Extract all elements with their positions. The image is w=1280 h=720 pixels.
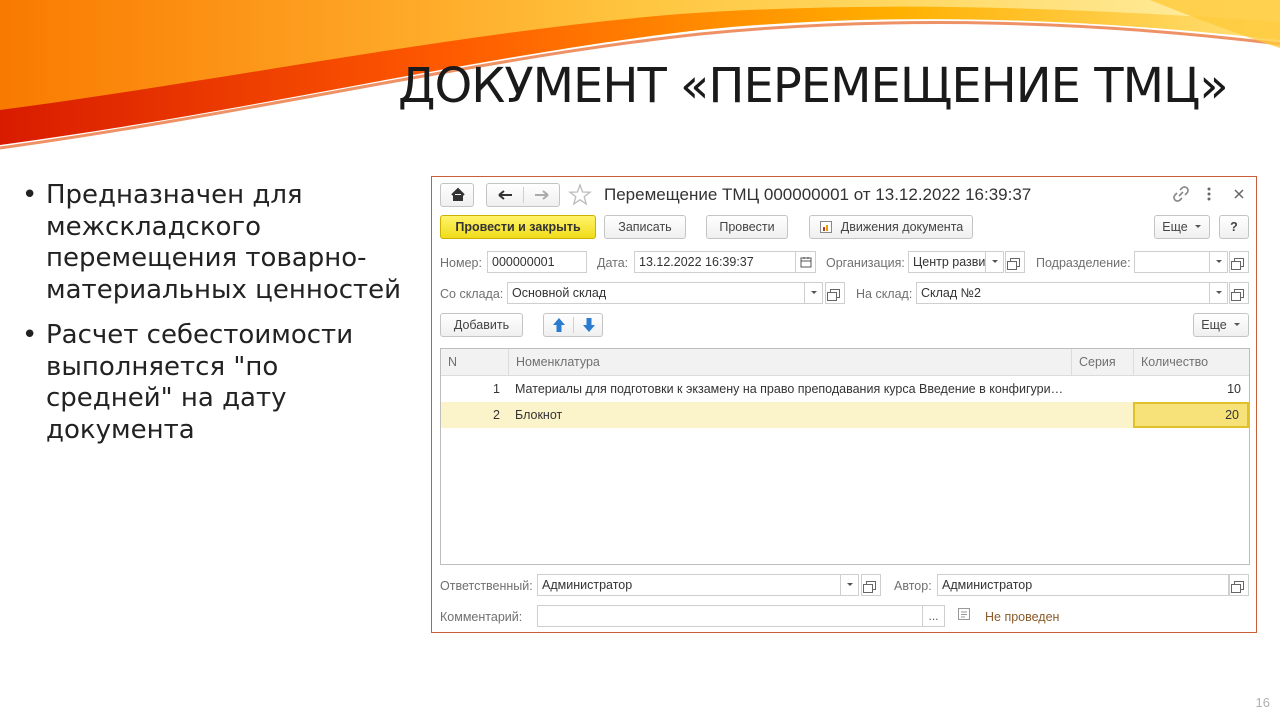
nav-buttons	[486, 183, 560, 207]
more-menu-button[interactable]: Еще	[1154, 215, 1210, 239]
bullet-item: • Расчет себестоимости выполняется "по ср…	[22, 320, 412, 446]
column-header-n[interactable]: N	[441, 349, 508, 375]
author-open-button[interactable]	[1229, 574, 1249, 596]
division-dropdown[interactable]	[1210, 251, 1228, 273]
row-series	[1078, 376, 1128, 402]
to-warehouse-dropdown[interactable]	[1210, 282, 1228, 304]
chevron-down-icon	[1215, 291, 1222, 294]
table-row[interactable]: 1 Материалы для подготовки к экзамену на…	[441, 376, 1249, 402]
open-form-icon	[1007, 257, 1020, 270]
row-number: 1	[493, 382, 500, 396]
division-label: Подразделение:	[1036, 256, 1131, 270]
bullet-text: Предназначен для межскладского перемещен…	[46, 180, 402, 305]
open-form-icon	[827, 288, 840, 301]
back-arrow-icon[interactable]	[487, 184, 524, 206]
responsible-label: Ответственный:	[440, 579, 533, 593]
column-header-quantity[interactable]: Количество	[1133, 349, 1249, 375]
close-icon[interactable]	[1232, 187, 1246, 201]
calendar-icon	[800, 257, 811, 268]
from-warehouse-label: Со склада:	[440, 287, 504, 301]
post-button[interactable]: Провести	[706, 215, 788, 239]
from-warehouse-field[interactable]: Основной склад	[507, 282, 805, 304]
page-number: 16	[1255, 695, 1270, 710]
chevron-down-icon	[846, 583, 853, 586]
help-button[interactable]: ?	[1219, 215, 1249, 239]
open-form-icon	[863, 580, 876, 593]
row-series	[1078, 402, 1128, 428]
chevron-down-icon	[810, 291, 817, 294]
responsible-field[interactable]: Администратор	[537, 574, 841, 596]
table-more-menu-button[interactable]: Еще	[1193, 313, 1249, 337]
link-icon[interactable]	[1172, 185, 1190, 203]
more-vertical-icon[interactable]	[1204, 185, 1214, 203]
chevron-down-icon	[1233, 323, 1240, 326]
row-quantity: 10	[1227, 382, 1241, 396]
date-field[interactable]: 13.12.2022 16:39:37	[634, 251, 796, 273]
slide: ДОКУМЕНТ «ПЕРЕМЕЩЕНИЕ ТМЦ» • Предназначен…	[0, 0, 1280, 720]
move-up-icon[interactable]	[544, 314, 574, 336]
more-label: Еще	[1162, 220, 1188, 234]
document-status-text: Не проведен	[985, 610, 1060, 624]
row-number: 2	[493, 408, 500, 422]
document-movements-button[interactable]: Движения документа	[809, 215, 973, 239]
responsible-open-button[interactable]	[861, 574, 881, 596]
to-warehouse-open-button[interactable]	[1229, 282, 1249, 304]
bullet-text: Расчет себестоимости выполняется "по сре…	[46, 320, 354, 445]
chevron-down-icon	[1194, 225, 1201, 228]
date-label: Дата:	[597, 256, 629, 270]
home-button[interactable]	[440, 183, 474, 207]
chevron-down-icon	[1215, 260, 1222, 263]
organization-dropdown[interactable]	[986, 251, 1004, 273]
author-field[interactable]: Администратор	[937, 574, 1229, 596]
column-header-nomenclature[interactable]: Номенклатура	[508, 349, 1071, 375]
move-down-icon[interactable]	[574, 314, 604, 336]
responsible-dropdown[interactable]	[841, 574, 859, 596]
goods-table[interactable]: N Номенклатура Серия Количество 1 Матери…	[440, 348, 1250, 565]
home-icon	[451, 187, 465, 201]
bullet-marker: •	[22, 180, 38, 210]
from-warehouse-dropdown[interactable]	[805, 282, 823, 304]
to-warehouse-field[interactable]: Склад №2	[916, 282, 1210, 304]
bullet-marker: •	[22, 320, 38, 350]
comment-field[interactable]	[537, 605, 923, 627]
chevron-down-icon	[991, 260, 998, 263]
number-field[interactable]: 000000001	[487, 251, 587, 273]
document-window: Перемещение ТМЦ 000000001 от 13.12.2022 …	[431, 176, 1257, 633]
add-row-button[interactable]: Добавить	[440, 313, 523, 337]
bullet-list: • Предназначен для межскладского перемеще…	[22, 180, 412, 460]
document-title: Перемещение ТМЦ 000000001 от 13.12.2022 …	[604, 185, 1032, 204]
to-warehouse-label: На склад:	[856, 287, 913, 301]
author-label: Автор:	[894, 579, 932, 593]
table-header: N Номенклатура Серия Количество	[441, 349, 1249, 376]
division-field[interactable]	[1134, 251, 1210, 273]
bullet-item: • Предназначен для межскладского перемеще…	[22, 180, 412, 306]
move-buttons	[543, 313, 603, 337]
row-quantity-current-cell[interactable]: 20	[1133, 402, 1249, 428]
row-item: Материалы для подготовки к экзамену на п…	[515, 382, 1065, 396]
forward-arrow-icon[interactable]	[524, 184, 560, 206]
comment-expand-button[interactable]: ...	[923, 605, 945, 627]
star-icon[interactable]	[568, 183, 592, 207]
document-movements-label: Движения документа	[840, 220, 964, 234]
report-icon	[819, 221, 832, 233]
division-open-button[interactable]	[1229, 251, 1249, 273]
row-item: Блокнот	[515, 408, 563, 422]
table-more-label: Еще	[1201, 318, 1227, 332]
calendar-button[interactable]	[796, 251, 816, 273]
from-warehouse-open-button[interactable]	[825, 282, 845, 304]
open-form-icon	[1231, 580, 1244, 593]
table-row-selected[interactable]: 2 Блокнот 20	[441, 402, 1249, 428]
post-and-close-button[interactable]: Провести и закрыть	[440, 215, 596, 239]
open-form-icon	[1231, 257, 1244, 270]
comment-label: Комментарий:	[440, 610, 523, 624]
slide-title: ДОКУМЕНТ «ПЕРЕМЕЩЕНИЕ ТМЦ»	[398, 58, 1229, 114]
document-status-icon	[958, 608, 970, 620]
column-header-series[interactable]: Серия	[1071, 349, 1133, 375]
number-label: Номер:	[440, 256, 482, 270]
open-form-icon	[1231, 288, 1244, 301]
organization-field[interactable]: Центр разви	[908, 251, 986, 273]
organization-open-button[interactable]	[1005, 251, 1025, 273]
save-button[interactable]: Записать	[604, 215, 686, 239]
organization-label: Организация:	[826, 256, 905, 270]
